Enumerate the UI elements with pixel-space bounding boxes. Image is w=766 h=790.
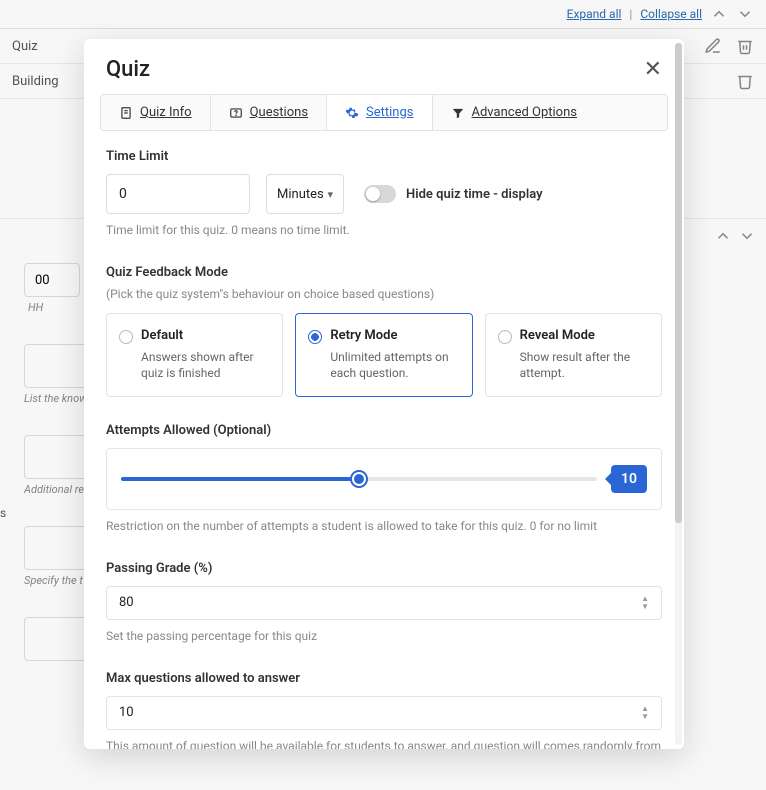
slider-thumb[interactable] <box>352 472 366 486</box>
time-limit-input[interactable]: 0 <box>106 174 250 214</box>
tab-label: Quiz Info <box>140 105 192 120</box>
maxq-help: This amount of question will be availabl… <box>106 738 662 749</box>
toggle-knob <box>366 187 380 201</box>
fb-desc: Unlimited attempts on each question. <box>330 349 457 383</box>
passing-label: Passing Grade (%) <box>106 561 662 576</box>
hide-time-toggle[interactable] <box>364 185 396 203</box>
feedback-option-default[interactable]: Default Answers shown after quiz is fini… <box>106 313 283 398</box>
attempts-label: Attempts Allowed (Optional) <box>106 423 662 438</box>
modal-body: Time Limit 0 Minutes ▾ Hide quiz time - … <box>84 131 684 749</box>
radio-icon <box>119 330 133 344</box>
time-unit-select[interactable]: Minutes ▾ <box>266 174 344 214</box>
tab-label: Advanced Options <box>472 105 577 120</box>
fb-title: Reveal Mode <box>520 328 647 343</box>
tab-advanced[interactable]: Advanced Options <box>433 95 668 130</box>
modal-tabs: Quiz Info Questions Settings Advanced Op… <box>100 94 668 131</box>
maxq-value: 10 <box>119 705 134 720</box>
fb-desc: Answers shown after quiz is finished <box>141 349 268 383</box>
tab-questions[interactable]: Questions <box>211 95 327 130</box>
fb-title: Default <box>141 328 268 343</box>
feedback-option-reveal[interactable]: Reveal Mode Show result after the attemp… <box>485 313 662 398</box>
time-limit-label: Time Limit <box>106 149 662 164</box>
doc-icon <box>119 106 133 120</box>
chevron-down-icon: ▾ <box>327 188 333 201</box>
tab-settings[interactable]: Settings <box>327 95 432 130</box>
maxq-label: Max questions allowed to answer <box>106 671 662 686</box>
modal-scrollbar-thumb[interactable] <box>675 43 682 523</box>
radio-icon <box>498 330 512 344</box>
quiz-settings-modal: Quiz ✕ Quiz Info Questions Settings Adva… <box>84 39 684 749</box>
modal-title: Quiz <box>106 57 150 82</box>
question-icon <box>229 106 243 120</box>
filter-icon <box>451 106 465 120</box>
attempts-help: Restriction on the number of attempts a … <box>106 518 662 535</box>
feedback-option-retry[interactable]: Retry Mode Unlimited attempts on each qu… <box>295 313 472 398</box>
close-icon[interactable]: ✕ <box>644 59 662 81</box>
gear-icon <box>345 106 359 120</box>
passing-value: 80 <box>119 595 134 610</box>
radio-icon <box>308 330 322 344</box>
number-stepper[interactable]: ▲▼ <box>641 705 649 721</box>
passing-help: Set the passing percentage for this quiz <box>106 628 662 645</box>
hide-time-label: Hide quiz time - display <box>406 187 543 202</box>
slider-track[interactable] <box>121 477 597 481</box>
time-unit-value: Minutes <box>277 187 324 202</box>
attempts-value-badge: 10 <box>611 465 647 493</box>
slider-fill <box>121 477 359 481</box>
tab-label: Questions <box>250 105 308 120</box>
number-stepper[interactable]: ▲▼ <box>641 595 649 611</box>
tab-label: Settings <box>366 105 413 120</box>
attempts-slider[interactable]: 10 <box>106 448 662 510</box>
tab-quiz-info[interactable]: Quiz Info <box>101 95 211 130</box>
maxq-input[interactable]: 10 ▲▼ <box>106 696 662 730</box>
modal-scrollbar[interactable] <box>675 43 682 745</box>
fb-title: Retry Mode <box>330 328 457 343</box>
feedback-label: Quiz Feedback Mode <box>106 265 662 280</box>
fb-desc: Show result after the attempt. <box>520 349 647 383</box>
feedback-sub: (Pick the quiz system"s behaviour on cho… <box>106 286 662 303</box>
time-limit-help: Time limit for this quiz. 0 means no tim… <box>106 222 662 239</box>
passing-grade-input[interactable]: 80 ▲▼ <box>106 586 662 620</box>
